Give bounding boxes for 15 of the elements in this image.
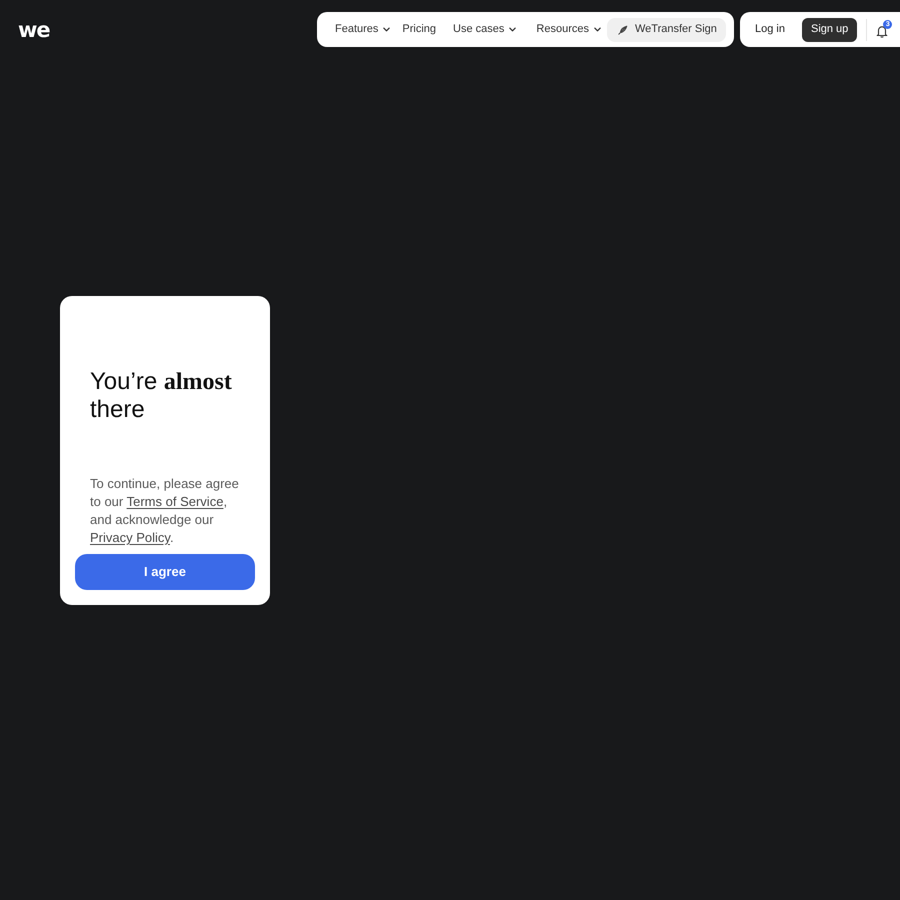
sign-button[interactable]: WeTransfer Sign [606, 18, 726, 42]
card-heading: You’re almost there [89, 368, 233, 423]
nav-menu[interactable]: Use cases [453, 18, 516, 42]
nav-menu[interactable]: Resources [536, 18, 601, 42]
nav-menu[interactable]: Features [335, 18, 390, 42]
logo[interactable]: we [18, 19, 50, 41]
consent-text: To continue, please agree to our Terms of Service, and acknowledge our Privacy Policy. [90, 475, 240, 547]
nav-link[interactable]: Pricing [402, 18, 436, 42]
policy-link[interactable]: Terms of Service [126, 494, 224, 509]
bell-icon [876, 24, 888, 38]
feather-icon [618, 24, 628, 34]
policy-link[interactable]: Privacy Policy [90, 530, 170, 545]
log-in-button[interactable]: Log in [749, 18, 791, 42]
sign-up-button[interactable]: Sign up [802, 18, 858, 42]
agree-button[interactable]: I agree [75, 554, 255, 590]
